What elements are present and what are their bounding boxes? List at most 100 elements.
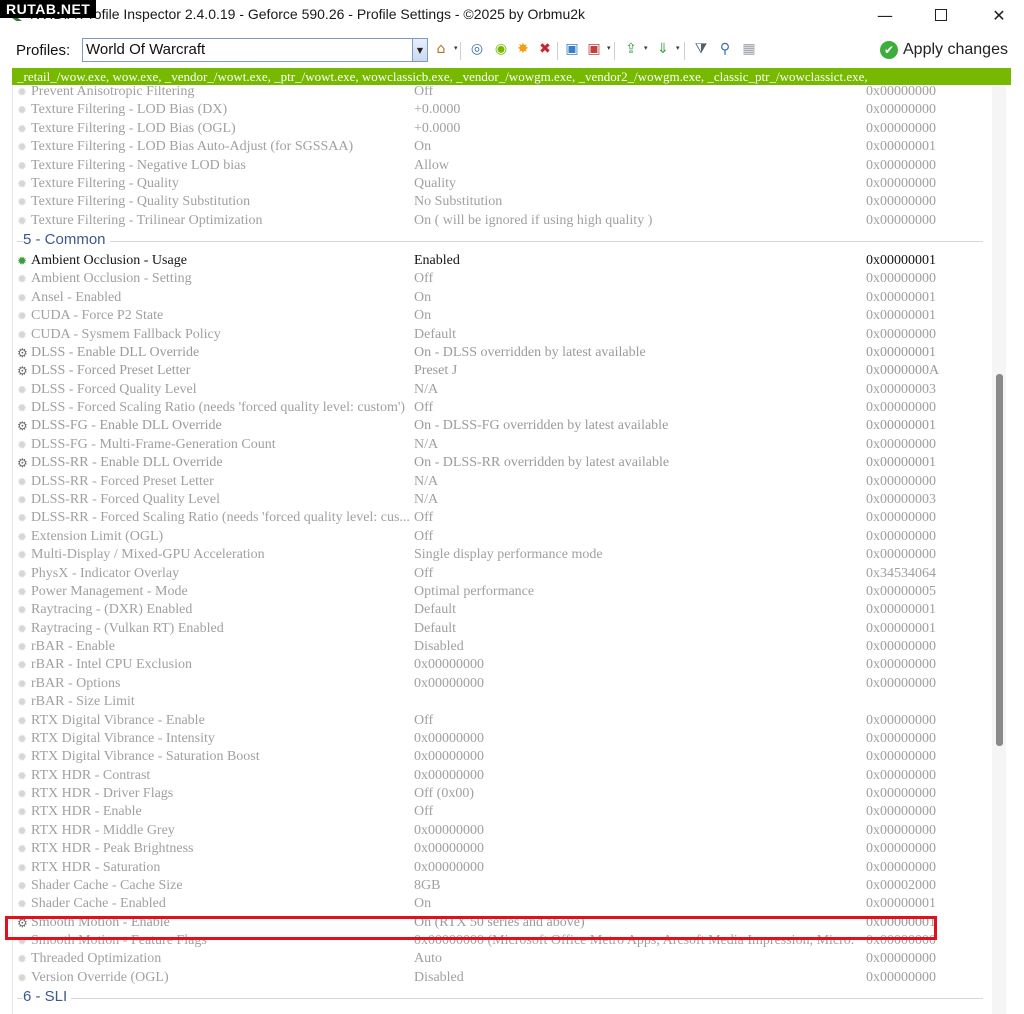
- setting-row[interactable]: ✹ RTX Digital Vibrance - Enable Off 0x00000…: [13, 712, 993, 730]
- setting-row[interactable]: ✹ rBAR - Enable Disabled 0x00000000: [13, 638, 993, 656]
- setting-row[interactable]: ✹ Ansel - Enabled On 0x00000001: [13, 289, 993, 307]
- setting-row[interactable]: ✹ Texture Filtering - LOD Bias (DX) +0.000…: [13, 101, 993, 119]
- setting-row[interactable]: ✹ Texture Filtering - Quality Quality 0x000…: [13, 175, 993, 193]
- setting-row[interactable]: ✹ RTX HDR - Enable Off 0x00000000: [13, 803, 993, 821]
- group-title: 6 - SLI: [23, 988, 72, 1006]
- setting-row[interactable]: ✹ Texture Filtering - Trilinear Optimizat…: [13, 212, 993, 230]
- setting-row[interactable]: ✹ CUDA - Sysmem Fallback Policy Default 0x0…: [13, 326, 993, 344]
- setting-row[interactable]: ✹ Extension Limit (OGL) Off 0x00000000: [13, 528, 993, 546]
- home-icon[interactable]: ⌂: [432, 40, 450, 58]
- setting-row[interactable]: ✹ rBAR - Size Limit: [13, 693, 993, 711]
- executables-bar[interactable]: _retail_/wow.exe, wow.exe, _vendor_/wowt…: [12, 68, 1011, 85]
- setting-hex: 0x00000000: [866, 194, 936, 210]
- setting-name: DLSS - Forced Preset Letter: [31, 363, 191, 379]
- setting-row[interactable]: ⚙ DLSS - Enable DLL Override On - DLSS ove…: [13, 344, 993, 362]
- setting-row[interactable]: ✹ Ambient Occlusion - Setting Off 0x0000000…: [13, 270, 993, 288]
- setting-row[interactable]: ⚙ DLSS - Forced Preset Letter Preset J 0x00…: [13, 362, 993, 380]
- setting-status-icon: ✹: [17, 860, 28, 875]
- setting-row[interactable]: ✹ RTX HDR - Driver Flags Off (0x00) 0x00000…: [13, 785, 993, 803]
- minimize-icon: —: [877, 5, 893, 25]
- setting-hex: 0x00000005: [866, 583, 936, 599]
- close-button[interactable]: ✕: [976, 0, 1022, 30]
- setting-row[interactable]: ✹ Ambient Occlusion - Usage Enabled 0x00000…: [13, 252, 993, 270]
- setting-row[interactable]: ⚙ DLSS-RR - Enable DLL Override On - DLSS-…: [13, 454, 993, 472]
- setting-hex: 0x00000000: [866, 639, 936, 655]
- setting-row[interactable]: ✹ RTX HDR - Middle Grey 0x00000000 0x000000…: [13, 822, 993, 840]
- setting-row[interactable]: ✹ Power Management - Mode Optimal performa…: [13, 583, 993, 601]
- detect-profile-icon[interactable]: ◎: [468, 40, 486, 58]
- setting-row[interactable]: ✹ Texture Filtering - LOD Bias Auto-Adjus…: [13, 138, 993, 156]
- setting-value: Disabled: [414, 969, 464, 985]
- new-profile-icon[interactable]: ✸: [514, 40, 532, 58]
- setting-row[interactable]: ✹ Texture Filtering - Negative LOD bias Al…: [13, 157, 993, 175]
- setting-row[interactable]: ✹ Raytracing - (Vulkan RT) Enabled Default…: [13, 620, 993, 638]
- filter-icon[interactable]: ⧩: [692, 40, 710, 58]
- setting-row[interactable]: ⚙ DLSS-FG - Enable DLL Override On - DLSS-…: [13, 417, 993, 435]
- vertical-scrollbar[interactable]: [992, 86, 1006, 1014]
- remove-application-icon[interactable]: ▣: [585, 40, 603, 58]
- setting-row[interactable]: ✹ Prevent Anisotropic Filtering Off 0x00000…: [13, 86, 993, 101]
- setting-hex: 0x00000003: [866, 491, 936, 507]
- delete-profile-icon[interactable]: ✖: [536, 40, 554, 58]
- setting-row[interactable]: ✹ rBAR - Intel CPU Exclusion 0x00000000 0x0…: [13, 656, 993, 674]
- add-application-icon[interactable]: ▣: [563, 40, 581, 58]
- setting-row[interactable]: ✹ DLSS - Forced Quality Level N/A 0x0000000…: [13, 381, 993, 399]
- setting-row[interactable]: ✹ Multi-Display / Mixed-GPU Acceleration S…: [13, 546, 993, 564]
- setting-row[interactable]: ✹ Version Override (OGL) Disabled 0x0000000…: [13, 969, 993, 987]
- setting-row[interactable]: ✹ RTX HDR - Saturation 0x00000000 0x0000000…: [13, 859, 993, 877]
- setting-row[interactable]: ✹ RTX HDR - Contrast 0x00000000 0x00000000: [13, 767, 993, 785]
- setting-row[interactable]: ✹ Texture Filtering - LOD Bias (OGL) +0.00…: [13, 120, 993, 138]
- title-bar: NVIDIA Profile Inspector 2.4.0.19 - Gefo…: [0, 0, 1024, 30]
- setting-row[interactable]: ✹ RTX Digital Vibrance - Saturation Boost…: [13, 748, 993, 766]
- dropdown-arrow-icon[interactable]: ▾: [676, 44, 680, 52]
- group-header[interactable]: 5 - Common: [13, 231, 993, 251]
- toolbar-separator: [684, 42, 685, 60]
- setting-name: Extension Limit (OGL): [31, 528, 164, 544]
- setting-name: DLSS-FG - Multi-Frame-Generation Count: [31, 436, 276, 452]
- settings-list[interactable]: ✹ Prevent Anisotropic Filtering Off 0x00000…: [12, 86, 1010, 1014]
- setting-row[interactable]: ✹ rBAR - Options 0x00000000 0x00000000: [13, 675, 993, 693]
- profile-select[interactable]: World Of Warcraft ▼: [82, 38, 428, 62]
- setting-name: Version Override (OGL): [31, 969, 169, 985]
- setting-row[interactable]: ✹ Shader Cache - Enabled On 0x00000001: [13, 895, 993, 913]
- nvidia-icon[interactable]: ◉: [492, 40, 510, 58]
- setting-value: On: [414, 289, 432, 305]
- setting-row[interactable]: ✹ RTX Digital Vibrance - Intensity 0x00000…: [13, 730, 993, 748]
- export-icon[interactable]: ⇪: [622, 40, 640, 58]
- setting-row[interactable]: ✹ Raytracing - (DXR) Enabled Default 0x0000…: [13, 601, 993, 619]
- setting-status-icon: ✹: [17, 823, 28, 838]
- setting-value: 0x00000000: [414, 730, 484, 746]
- setting-value: On - DLSS-RR overridden by latest availa…: [414, 455, 670, 471]
- setting-row[interactable]: ✹ Shader Cache - Cache Size 8GB 0x00002000: [13, 877, 993, 895]
- dropdown-arrow-icon[interactable]: ▾: [607, 44, 611, 52]
- setting-row[interactable]: ✹ DLSS-RR - Forced Scaling Ratio (needs '…: [13, 509, 993, 527]
- setting-value: Off: [414, 712, 434, 728]
- scan-icon[interactable]: ⚲: [716, 40, 734, 58]
- setting-row[interactable]: ✹ CUDA - Force P2 State On 0x00000001: [13, 307, 993, 325]
- scrollbar-thumb[interactable]: [996, 374, 1003, 746]
- setting-row[interactable]: ✹ DLSS-RR - Forced Quality Level N/A 0x0000…: [13, 491, 993, 509]
- setting-status-icon: ✹: [17, 213, 28, 228]
- dropdown-arrow-icon[interactable]: ▾: [644, 44, 648, 52]
- group-header[interactable]: 6 - SLI: [13, 988, 993, 1008]
- bit-editor-icon[interactable]: ▦: [740, 40, 758, 58]
- minimize-button[interactable]: —: [862, 0, 908, 30]
- apply-changes-button[interactable]: ✔ Apply changes: [880, 38, 1008, 62]
- setting-row[interactable]: ✹ PhysX - Indicator Overlay Off 0x34534064: [13, 565, 993, 583]
- setting-status-icon: ✹: [17, 437, 28, 452]
- toolbar-separator: [557, 42, 558, 60]
- setting-row[interactable]: ✹ DLSS - Forced Scaling Ratio (needs 'for…: [13, 399, 993, 417]
- setting-hex: 0x00000000: [866, 271, 936, 287]
- setting-status-icon: ✹: [17, 254, 28, 269]
- setting-row[interactable]: ✹ Threaded Optimization Auto 0x00000000: [13, 950, 993, 968]
- import-icon[interactable]: ⇓: [654, 40, 672, 58]
- chevron-down-icon[interactable]: ▼: [412, 39, 427, 61]
- setting-name: rBAR - Size Limit: [31, 694, 135, 710]
- setting-row[interactable]: ✹ DLSS-FG - Multi-Frame-Generation Count N…: [13, 436, 993, 454]
- setting-row[interactable]: ✹ RTX HDR - Peak Brightness 0x00000000 0x00…: [13, 840, 993, 858]
- setting-name: Prevent Anisotropic Filtering: [31, 86, 195, 99]
- dropdown-arrow-icon[interactable]: ▾: [454, 44, 458, 52]
- setting-row[interactable]: ✹ Texture Filtering - Quality Substitutio…: [13, 193, 993, 211]
- setting-row[interactable]: ✹ DLSS-RR - Forced Preset Letter N/A 0x0000…: [13, 473, 993, 491]
- maximize-button[interactable]: [918, 0, 964, 30]
